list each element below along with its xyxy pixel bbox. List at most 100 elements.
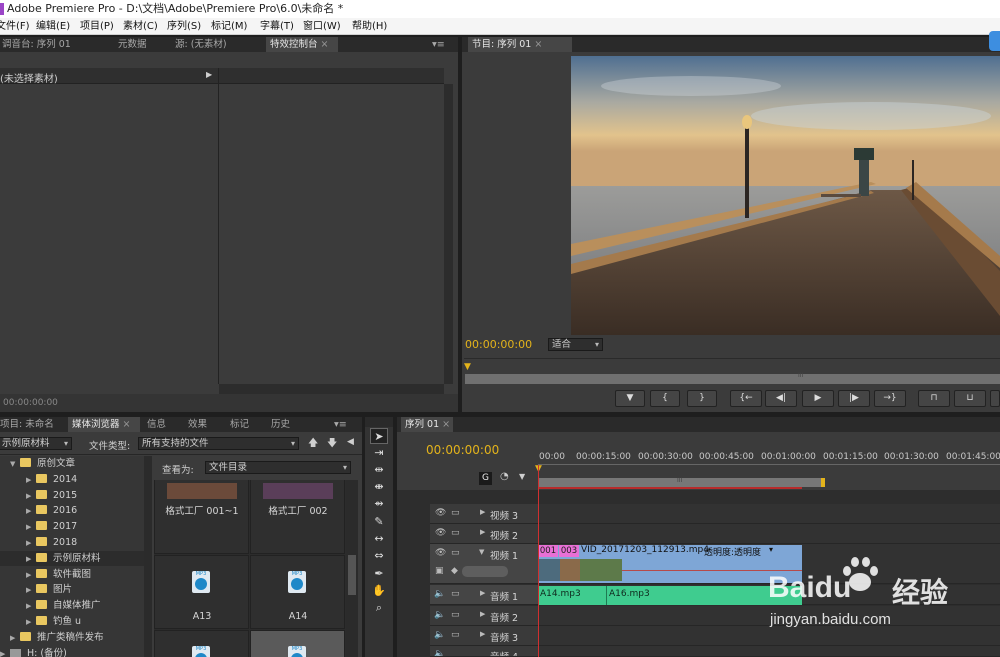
expand-track-icon[interactable]: ▶ — [480, 589, 485, 597]
menu-project[interactable]: 项目(P) — [80, 18, 114, 35]
view-as-select[interactable]: 文件目录 ▾ — [205, 461, 351, 474]
marker-icon[interactable]: ▼ — [519, 472, 525, 481]
keyframe-icon[interactable]: ◔ — [500, 471, 509, 482]
folder-tree-item[interactable]: ▶ 钓鱼 u — [0, 614, 81, 629]
playhead-marker-icon[interactable]: ▼ — [464, 362, 471, 372]
file-thumbnail-selected[interactable]: MP3 — [250, 630, 345, 657]
tab-effect-controls[interactable]: 特效控制台 × — [266, 37, 338, 52]
goto-in-icon[interactable]: {← — [730, 390, 762, 407]
export-frame-icon[interactable] — [990, 390, 1000, 407]
goto-out-icon[interactable]: →} — [874, 390, 906, 407]
audio-clip[interactable]: A14.mp3 — [538, 586, 607, 605]
expand-icon[interactable]: ▶ — [206, 70, 212, 79]
menu-file[interactable]: 文件(F) — [0, 18, 30, 35]
eye-icon[interactable]: 👁 — [435, 528, 446, 538]
speaker-icon[interactable]: 🔈 — [434, 610, 445, 620]
track-lane-audio-2[interactable] — [538, 606, 1000, 626]
playhead-line[interactable] — [538, 465, 539, 657]
expand-icon[interactable]: ▶ — [26, 520, 36, 535]
file-thumbnail[interactable]: MP3 — [154, 630, 249, 657]
eye-icon[interactable]: 👁 — [435, 508, 446, 518]
brace-close-icon[interactable]: } — [687, 390, 717, 407]
file-thumbnail[interactable]: 格式工厂 002 — [250, 480, 345, 554]
arrow-left-icon[interactable]: ◀ — [347, 437, 354, 447]
expand-icon[interactable]: ▶ — [26, 504, 36, 519]
step-forward-icon[interactable]: |▶ — [838, 390, 870, 407]
expand-track-icon[interactable]: ▶ — [480, 630, 485, 638]
film-icon[interactable]: ▭ — [451, 589, 460, 599]
film-icon[interactable]: ▭ — [451, 508, 460, 518]
folder-tree-item[interactable]: ▶ 推广类稿件发布 — [0, 630, 104, 645]
hand-tool-icon[interactable]: ✋ — [370, 583, 388, 599]
display-style-icon[interactable]: ▣ — [435, 566, 444, 576]
location-select[interactable]: 示例原材料 ▾ — [0, 437, 72, 450]
expand-icon[interactable]: ▶ — [26, 568, 36, 583]
expand-icon[interactable]: ▶ — [26, 583, 36, 598]
expand-icon[interactable]: ▶ — [26, 599, 36, 614]
tab-audio-mixer[interactable]: 调音台: 序列 01 — [2, 37, 71, 52]
track-lane-video-2[interactable] — [538, 524, 1000, 544]
folder-tree-item[interactable]: ▶ H: (备份) — [0, 646, 67, 657]
zoom-tool-icon[interactable]: ⌕ — [370, 600, 388, 616]
tab-history[interactable]: 历史 — [271, 417, 290, 432]
scrollbar-thumb[interactable] — [348, 555, 356, 595]
menu-title[interactable]: 字幕(T) — [260, 18, 294, 35]
tab-source[interactable]: 源: (无素材) — [175, 37, 227, 52]
menu-window[interactable]: 窗口(W) — [303, 18, 341, 35]
rolling-edit-tool-icon[interactable]: ⇼ — [370, 479, 388, 495]
film-icon[interactable]: ▭ — [451, 630, 460, 640]
folder-tree-item[interactable]: ▶ 2018 — [0, 535, 77, 550]
video-clip[interactable]: 001 003 VID_20171203_112913.mp4 透明度:透明度 … — [538, 545, 802, 583]
file-thumbnail[interactable]: 格式工厂 001~1 — [154, 480, 249, 554]
tab-markers[interactable]: 标记 — [230, 417, 249, 432]
ripple-edit-tool-icon[interactable]: ⇹ — [370, 462, 388, 478]
menu-help[interactable]: 帮助(H) — [352, 18, 387, 35]
keyframe-toggle-icon[interactable]: ◆ — [451, 566, 458, 576]
expand-icon[interactable]: ▶ — [26, 473, 36, 488]
folder-tree-item[interactable]: ▼ 原创文章 — [0, 456, 75, 471]
folder-tree-item[interactable]: ▶ 2016 — [0, 503, 77, 518]
expand-icon[interactable]: ▶ — [26, 489, 36, 504]
expand-icon[interactable]: ▶ — [10, 631, 20, 646]
track-header-video-2[interactable]: 👁 ▭ ▶ 视频 2 — [430, 524, 538, 544]
program-timecode[interactable]: 00:00:00:00 — [465, 338, 532, 351]
speaker-icon[interactable]: 🔈 — [434, 630, 445, 640]
menu-edit[interactable]: 编辑(E) — [36, 18, 70, 35]
tab-metadata[interactable]: 元数据 — [118, 37, 147, 52]
track-lane-audio-3[interactable] — [538, 626, 1000, 646]
collapse-icon[interactable]: ▼ — [10, 457, 20, 472]
track-header-audio-3[interactable]: 🔈 ▭ ▶ 音频 3 — [430, 626, 538, 646]
track-lane-audio-4[interactable] — [538, 646, 1000, 657]
tree-scrollbar[interactable] — [144, 456, 152, 657]
tab-sequence[interactable]: 序列 01 × — [401, 417, 453, 432]
speaker-icon[interactable]: 🔈 — [434, 649, 445, 656]
floating-helper-icon[interactable] — [989, 31, 1000, 51]
expand-track-icon[interactable]: ▶ — [480, 508, 485, 516]
track-lane-video-3[interactable] — [538, 504, 1000, 524]
program-scrubber[interactable]: III — [465, 372, 1000, 384]
tab-info[interactable]: 信息 — [147, 417, 166, 432]
file-thumbnail[interactable]: MP3 A13 — [154, 555, 249, 629]
keyframe-nav[interactable] — [462, 566, 508, 577]
lift-icon[interactable]: ⊓ — [918, 390, 950, 407]
mark-in-icon[interactable]: ▼ — [615, 390, 645, 407]
file-type-select[interactable]: 所有支持的文件 ▾ — [138, 437, 299, 450]
eye-icon[interactable]: 👁 — [435, 548, 446, 558]
folder-tree-item[interactable]: ▶ 2014 — [0, 472, 77, 487]
expand-icon[interactable]: ▶ — [0, 647, 10, 657]
horizontal-scrollbar[interactable] — [219, 384, 444, 394]
rate-stretch-tool-icon[interactable]: ⇴ — [370, 496, 388, 512]
tab-effects[interactable]: 效果 — [188, 417, 207, 432]
opacity-line[interactable] — [622, 570, 802, 571]
panel-menu-icon[interactable]: ▾≡ — [334, 417, 347, 432]
vertical-scrollbar[interactable] — [444, 84, 453, 384]
close-icon[interactable]: × — [321, 39, 329, 50]
extract-icon[interactable]: ⊔ — [954, 390, 986, 407]
film-icon[interactable]: ▭ — [451, 548, 460, 558]
pen-tool-icon[interactable]: ✒ — [370, 566, 388, 582]
menu-marker[interactable]: 标记(M) — [211, 18, 247, 35]
arrow-up-icon[interactable]: 🡅 — [308, 436, 318, 453]
collapse-track-icon[interactable]: ▼ — [479, 548, 484, 556]
play-icon[interactable]: ▶ — [802, 390, 834, 407]
track-header-audio-4[interactable]: 🔈 音频 4 — [430, 646, 538, 657]
